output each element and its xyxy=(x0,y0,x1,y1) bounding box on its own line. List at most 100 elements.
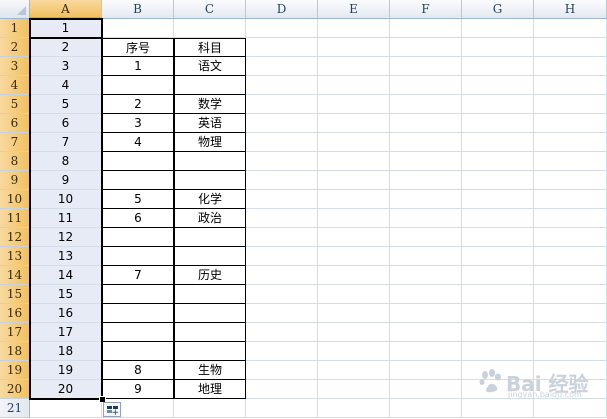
cell-b5[interactable]: 2 xyxy=(102,95,174,114)
cell-c21[interactable] xyxy=(174,399,246,418)
cell-f19[interactable] xyxy=(390,361,462,380)
cell-d15[interactable] xyxy=(246,285,318,304)
row-header-16[interactable]: 16 xyxy=(0,304,30,323)
row-header-18[interactable]: 18 xyxy=(0,342,30,361)
row-header-9[interactable]: 9 xyxy=(0,171,30,190)
cell-e6[interactable] xyxy=(318,114,390,133)
cell-g14[interactable] xyxy=(462,266,534,285)
cell-b20[interactable]: 9 xyxy=(102,380,174,399)
cell-b2[interactable]: 序号 xyxy=(102,38,174,57)
row-header-11[interactable]: 11 xyxy=(0,209,30,228)
cell-f1[interactable] xyxy=(390,19,462,38)
cell-d17[interactable] xyxy=(246,323,318,342)
cell-h7[interactable] xyxy=(534,133,607,152)
cell-a11[interactable]: 11 xyxy=(30,209,102,228)
cell-d16[interactable] xyxy=(246,304,318,323)
select-all-button[interactable] xyxy=(0,0,30,19)
cell-a15[interactable]: 15 xyxy=(30,285,102,304)
cell-b14[interactable]: 7 xyxy=(102,266,174,285)
cell-a16[interactable]: 16 xyxy=(30,304,102,323)
cell-f9[interactable] xyxy=(390,171,462,190)
cell-a17[interactable]: 17 xyxy=(30,323,102,342)
cell-b15[interactable] xyxy=(102,285,174,304)
cell-b18[interactable] xyxy=(102,342,174,361)
column-header-g[interactable]: G xyxy=(462,0,534,19)
cell-b6[interactable]: 3 xyxy=(102,114,174,133)
cell-a21[interactable] xyxy=(30,399,102,418)
cell-e4[interactable] xyxy=(318,76,390,95)
column-header-e[interactable]: E xyxy=(318,0,390,19)
cell-f6[interactable] xyxy=(390,114,462,133)
cell-c20[interactable]: 地理 xyxy=(174,380,246,399)
cell-g7[interactable] xyxy=(462,133,534,152)
cell-d7[interactable] xyxy=(246,133,318,152)
cell-f21[interactable] xyxy=(390,399,462,418)
cell-d20[interactable] xyxy=(246,380,318,399)
row-header-13[interactable]: 13 xyxy=(0,247,30,266)
cell-f7[interactable] xyxy=(390,133,462,152)
cell-a18[interactable]: 18 xyxy=(30,342,102,361)
cell-d8[interactable] xyxy=(246,152,318,171)
column-header-d[interactable]: D xyxy=(246,0,318,19)
cell-e3[interactable] xyxy=(318,57,390,76)
column-header-f[interactable]: F xyxy=(390,0,462,19)
row-header-5[interactable]: 5 xyxy=(0,95,30,114)
cell-h9[interactable] xyxy=(534,171,607,190)
cell-b3[interactable]: 1 xyxy=(102,57,174,76)
cell-f16[interactable] xyxy=(390,304,462,323)
cell-g13[interactable] xyxy=(462,247,534,266)
cell-g3[interactable] xyxy=(462,57,534,76)
cell-c11[interactable]: 政治 xyxy=(174,209,246,228)
cell-c5[interactable]: 数学 xyxy=(174,95,246,114)
cell-f18[interactable] xyxy=(390,342,462,361)
cell-h6[interactable] xyxy=(534,114,607,133)
cell-d14[interactable] xyxy=(246,266,318,285)
cell-a13[interactable]: 13 xyxy=(30,247,102,266)
row-header-10[interactable]: 10 xyxy=(0,190,30,209)
row-header-2[interactable]: 2 xyxy=(0,38,30,57)
column-header-c[interactable]: C xyxy=(174,0,246,19)
cell-d1[interactable] xyxy=(246,19,318,38)
cell-c7[interactable]: 物理 xyxy=(174,133,246,152)
cell-a1[interactable]: 1 xyxy=(30,19,102,38)
row-header-17[interactable]: 17 xyxy=(0,323,30,342)
cell-g18[interactable] xyxy=(462,342,534,361)
cell-a7[interactable]: 7 xyxy=(30,133,102,152)
cell-d10[interactable] xyxy=(246,190,318,209)
cell-b13[interactable] xyxy=(102,247,174,266)
cell-e21[interactable] xyxy=(318,399,390,418)
cell-e8[interactable] xyxy=(318,152,390,171)
cell-f3[interactable] xyxy=(390,57,462,76)
cell-e1[interactable] xyxy=(318,19,390,38)
cell-e7[interactable] xyxy=(318,133,390,152)
cell-h8[interactable] xyxy=(534,152,607,171)
cell-a14[interactable]: 14 xyxy=(30,266,102,285)
cell-d18[interactable] xyxy=(246,342,318,361)
autofill-options-icon[interactable]: + xyxy=(103,402,121,418)
cell-c10[interactable]: 化学 xyxy=(174,190,246,209)
row-header-4[interactable]: 4 xyxy=(0,76,30,95)
cell-c15[interactable] xyxy=(174,285,246,304)
cell-f12[interactable] xyxy=(390,228,462,247)
cell-c16[interactable] xyxy=(174,304,246,323)
cell-g1[interactable] xyxy=(462,19,534,38)
cell-f15[interactable] xyxy=(390,285,462,304)
column-header-a[interactable]: A xyxy=(30,0,102,19)
cell-g11[interactable] xyxy=(462,209,534,228)
cell-b9[interactable] xyxy=(102,171,174,190)
cell-d11[interactable] xyxy=(246,209,318,228)
cell-h5[interactable] xyxy=(534,95,607,114)
cell-c9[interactable] xyxy=(174,171,246,190)
cell-a19[interactable]: 19 xyxy=(30,361,102,380)
cell-g10[interactable] xyxy=(462,190,534,209)
cell-g16[interactable] xyxy=(462,304,534,323)
cell-f20[interactable] xyxy=(390,380,462,399)
row-header-15[interactable]: 15 xyxy=(0,285,30,304)
cell-d21[interactable] xyxy=(246,399,318,418)
cell-h15[interactable] xyxy=(534,285,607,304)
row-header-20[interactable]: 20 xyxy=(0,380,30,399)
cell-f10[interactable] xyxy=(390,190,462,209)
cell-g5[interactable] xyxy=(462,95,534,114)
cell-h10[interactable] xyxy=(534,190,607,209)
cell-b8[interactable] xyxy=(102,152,174,171)
